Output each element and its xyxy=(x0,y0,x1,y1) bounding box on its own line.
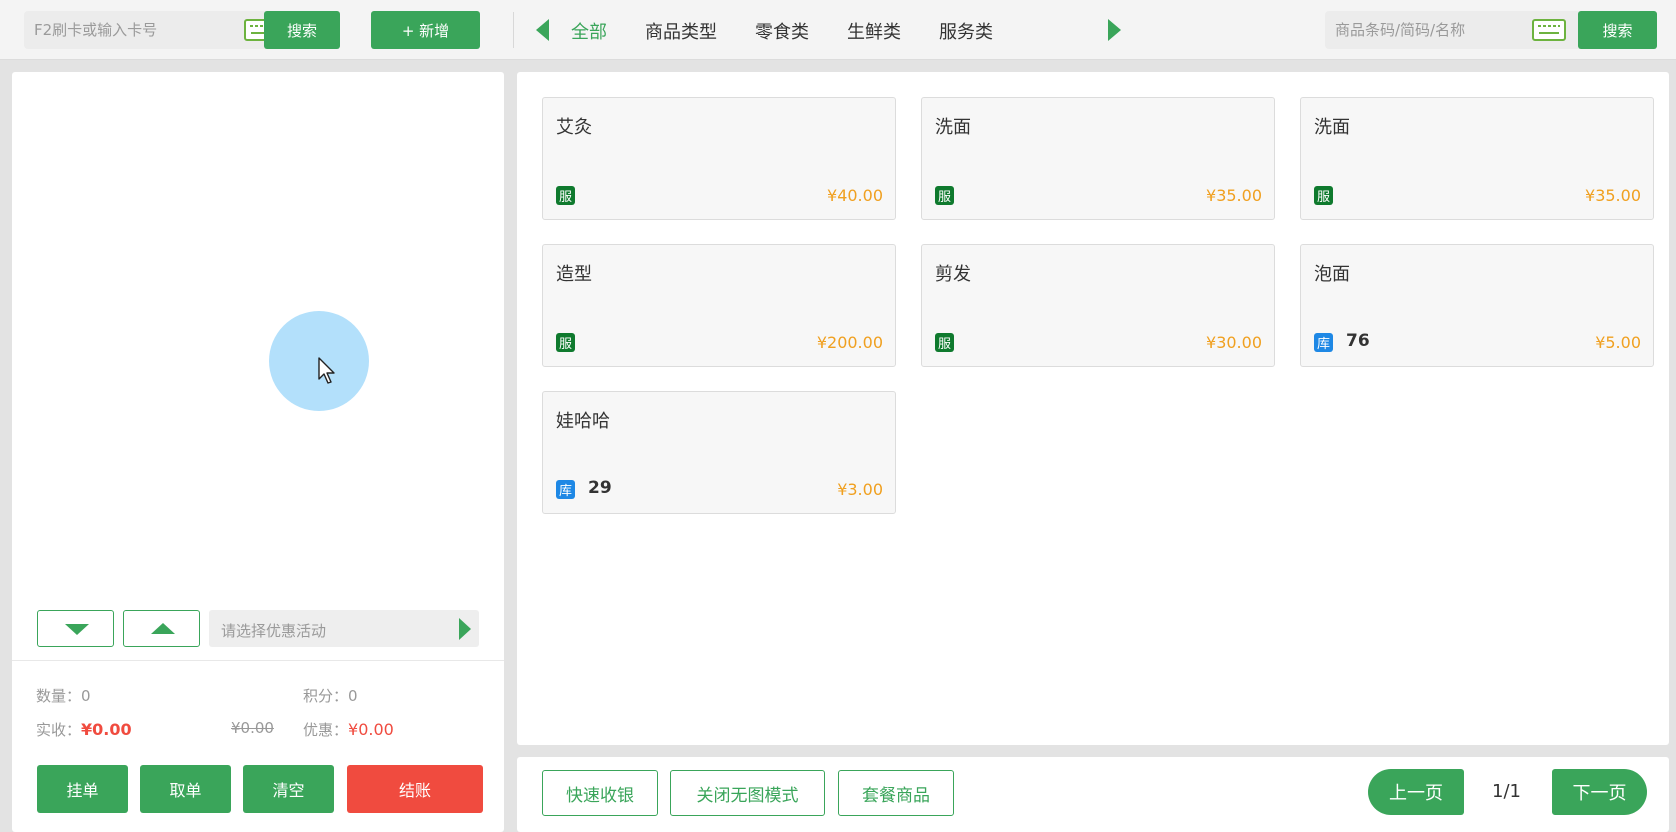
points-stat: 积分：0 xyxy=(303,685,358,706)
add-member-button[interactable]: + 新增 xyxy=(371,11,480,49)
product-grid: 艾灸 服 ¥40.00 洗面 服 ¥35.00 洗面 服 ¥35.00 造型 服… xyxy=(517,72,1669,745)
product-name: 艾灸 xyxy=(556,117,592,138)
keyboard-icon[interactable] xyxy=(1532,19,1566,41)
product-card[interactable]: 泡面 库 76 ¥5.00 xyxy=(1300,244,1654,367)
paid-stat: 实收：¥0.00 xyxy=(36,719,132,740)
product-card[interactable]: 洗面 服 ¥35.00 xyxy=(921,97,1275,220)
top-bar: 搜索 + 新增 全部 商品类型 零食类 生鲜类 服务类 搜索 xyxy=(0,0,1676,60)
tab-fresh[interactable]: 生鲜类 xyxy=(847,18,901,44)
quick-checkout-button[interactable]: 快速收银 xyxy=(542,770,658,816)
tab-all[interactable]: 全部 xyxy=(571,18,607,44)
stock-count: 29 xyxy=(588,478,612,498)
paid-label: 实收： xyxy=(36,721,82,739)
product-price: ¥3.00 xyxy=(837,480,883,499)
quantity-value: 0 xyxy=(81,687,91,705)
service-tag-icon: 服 xyxy=(1314,186,1333,205)
category-prev-icon[interactable] xyxy=(536,19,549,41)
tab-snacks[interactable]: 零食类 xyxy=(755,18,809,44)
product-name: 造型 xyxy=(556,264,592,285)
divider xyxy=(513,12,514,48)
product-search-button[interactable]: 搜索 xyxy=(1578,11,1657,49)
category-tabs: 全部 商品类型 零食类 生鲜类 服务类 xyxy=(571,18,1031,44)
service-tag-icon: 服 xyxy=(556,333,575,352)
clear-cart-button[interactable]: 清空 xyxy=(243,765,334,813)
service-tag-icon: 服 xyxy=(935,186,954,205)
product-card[interactable]: 娃哈哈 库 29 ¥3.00 xyxy=(542,391,896,514)
product-card[interactable]: 艾灸 服 ¥40.00 xyxy=(542,97,896,220)
stock-tag-icon: 库 xyxy=(1314,333,1333,352)
service-tag-icon: 服 xyxy=(935,333,954,352)
product-name: 洗面 xyxy=(1314,117,1350,138)
product-card[interactable]: 造型 服 ¥200.00 xyxy=(542,244,896,367)
points-value: 0 xyxy=(348,687,358,705)
chevron-down-icon xyxy=(65,624,89,635)
product-name: 洗面 xyxy=(935,117,971,138)
service-tag-icon: 服 xyxy=(556,186,575,205)
product-name: 剪发 xyxy=(935,264,971,285)
next-page-button[interactable]: 下一页 xyxy=(1552,769,1647,815)
points-label: 积分： xyxy=(303,687,349,705)
discount-label: 优惠： xyxy=(303,721,349,739)
product-name: 娃哈哈 xyxy=(556,411,610,432)
chevron-right-icon xyxy=(459,618,471,640)
stock-count: 76 xyxy=(1346,331,1370,351)
promotion-placeholder: 请选择优惠活动 xyxy=(221,622,327,640)
divider xyxy=(12,660,504,661)
scroll-up-button[interactable] xyxy=(123,610,200,647)
prev-page-button[interactable]: 上一页 xyxy=(1368,769,1464,815)
bottom-toolbar: 快速收银 关闭无图模式 套餐商品 上一页 1/1 下一页 xyxy=(517,757,1669,832)
tab-service[interactable]: 服务类 xyxy=(939,18,993,44)
page-indicator: 1/1 xyxy=(1492,781,1521,802)
category-next-icon[interactable] xyxy=(1108,19,1121,41)
mouse-cursor-icon xyxy=(318,357,335,384)
chevron-up-icon xyxy=(151,623,175,634)
original-amount: ¥0.00 xyxy=(231,719,274,737)
product-price: ¥35.00 xyxy=(1206,186,1262,205)
cart-panel: 请选择优惠活动 数量：0 积分：0 实收：¥0.00 ¥0.00 优惠：¥0.0… xyxy=(12,72,504,832)
product-price: ¥30.00 xyxy=(1206,333,1262,352)
product-price: ¥35.00 xyxy=(1585,186,1641,205)
scroll-down-button[interactable] xyxy=(37,610,114,647)
card-search-input[interactable] xyxy=(24,11,224,49)
quantity-label: 数量： xyxy=(36,687,82,705)
retrieve-order-button[interactable]: 取单 xyxy=(140,765,231,813)
promotion-select[interactable]: 请选择优惠活动 xyxy=(209,610,479,647)
checkout-button[interactable]: 结账 xyxy=(347,765,483,813)
tab-product-type[interactable]: 商品类型 xyxy=(645,18,717,44)
product-price: ¥40.00 xyxy=(827,186,883,205)
product-card[interactable]: 洗面 服 ¥35.00 xyxy=(1300,97,1654,220)
stock-tag-icon: 库 xyxy=(556,480,575,499)
paid-value: ¥0.00 xyxy=(81,720,132,739)
product-card[interactable]: 剪发 服 ¥30.00 xyxy=(921,244,1275,367)
discount-value: ¥0.00 xyxy=(348,720,394,739)
product-name: 泡面 xyxy=(1314,264,1350,285)
product-price: ¥200.00 xyxy=(816,333,883,352)
quantity-stat: 数量：0 xyxy=(36,685,91,706)
hold-order-button[interactable]: 挂单 xyxy=(37,765,128,813)
toggle-image-mode-button[interactable]: 关闭无图模式 xyxy=(670,770,825,816)
bundle-goods-button[interactable]: 套餐商品 xyxy=(838,770,954,816)
product-price: ¥5.00 xyxy=(1595,333,1641,352)
card-search-button[interactable]: 搜索 xyxy=(264,11,340,49)
discount-stat: 优惠：¥0.00 xyxy=(303,719,394,740)
product-search-input[interactable] xyxy=(1325,11,1525,49)
